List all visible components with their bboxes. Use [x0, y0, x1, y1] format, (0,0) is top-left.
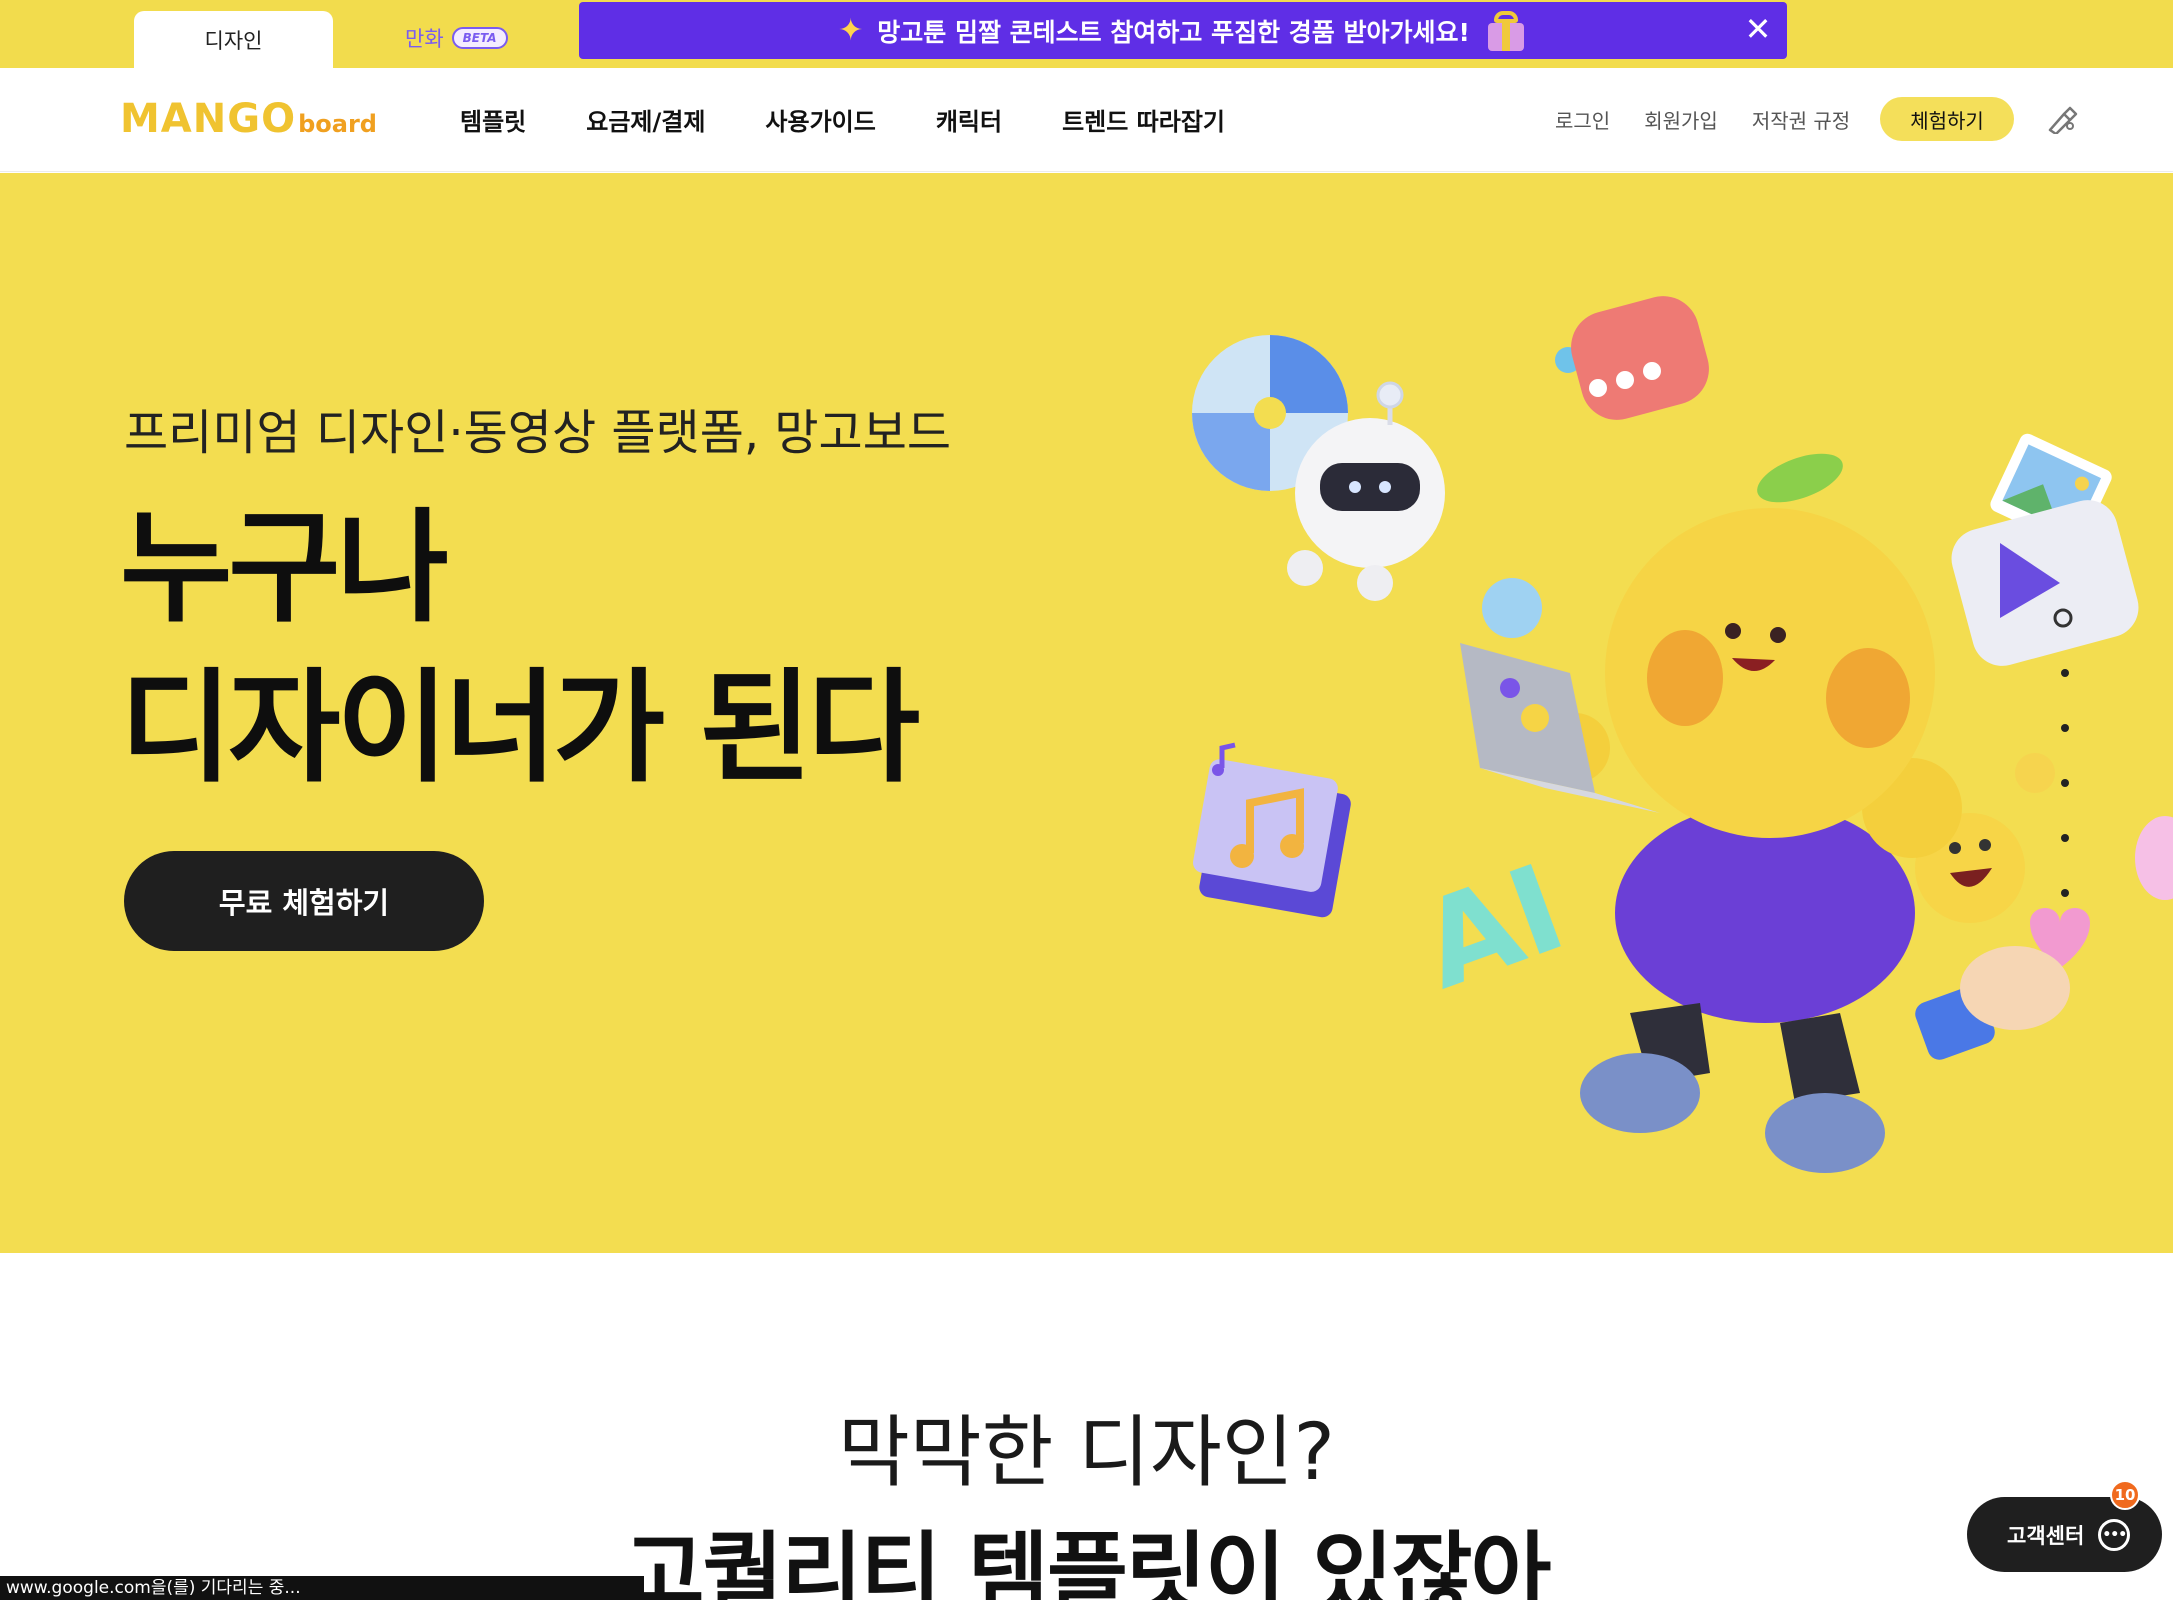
tab-comic[interactable]: 만화 BETA — [405, 22, 508, 54]
notification-badge: 10 — [2110, 1480, 2140, 1510]
tab-design[interactable]: 디자인 — [134, 11, 333, 68]
nav-templates[interactable]: 템플릿 — [460, 102, 526, 137]
mango-character-illustration: AI — [1192, 296, 2173, 1173]
chat-icon: ••• — [2098, 1518, 2131, 1551]
section2-heading: 막막한 디자인? — [838, 1408, 1335, 1498]
logo[interactable]: MANGO board — [120, 96, 377, 142]
copyright-link[interactable]: 저작권 규정 — [1752, 105, 1850, 134]
promo-banner[interactable]: ✦ 망고툰 밈짤 콘테스트 참여하고 푸짐한 경품 받아가세요! — [579, 2, 1787, 59]
pink-blob — [2135, 816, 2173, 900]
free-trial-button[interactable]: 무료 체험하기 — [124, 851, 484, 951]
login-link[interactable]: 로그인 — [1555, 105, 1610, 134]
small-face-icon — [2015, 753, 2055, 793]
ai-letters: AI — [1404, 839, 1581, 1017]
blue-ball — [1482, 578, 1542, 638]
logo-main: MANGO — [120, 96, 297, 142]
music-note-icon — [1193, 742, 1351, 918]
mango-character — [1540, 453, 1962, 1173]
thumbs-hand-icon — [1915, 946, 2070, 1060]
logo-sub: board — [298, 110, 377, 138]
customer-center-label: 고객센터 — [2007, 1523, 2085, 1548]
hero-subtitle: 프리미엄 디자인·동영상 플랫폼, 망고보드 — [124, 405, 952, 461]
nav-characters[interactable]: 캐릭터 — [936, 102, 1002, 137]
customer-center-button[interactable]: 고객센터 ••• — [1967, 1497, 2162, 1572]
party-popper-icon: ✦ — [838, 13, 864, 48]
beta-badge: BETA — [451, 27, 508, 49]
nav-guide[interactable]: 사용가이드 — [765, 102, 875, 137]
tab-comic-label: 만화 — [405, 27, 444, 51]
close-icon[interactable]: ✕ — [1739, 10, 1777, 48]
util-links: 로그인 회원가입 저작권 규정 — [1555, 105, 1850, 134]
nav-pricing[interactable]: 요금제/결제 — [586, 102, 705, 137]
hero-title-line2: 디자이너가 된다 — [120, 657, 920, 799]
top-strip: 디자인 만화 BETA ✦ 망고툰 밈짤 콘테스트 참여하고 푸짐한 경품 받아… — [0, 0, 2173, 68]
browser-status-bar: www.google.com을(를) 기다리는 중... — [0, 1576, 644, 1600]
hero-title-line1: 누구나 — [120, 497, 449, 639]
signup-link[interactable]: 회원가입 — [1644, 105, 1718, 134]
trial-button[interactable]: 체험하기 — [1880, 97, 2014, 141]
hero-title: 누구나 디자이너가 된다 — [120, 488, 920, 808]
gift-icon — [1484, 10, 1528, 51]
hero-section: 프리미엄 디자인·동영상 플랫폼, 망고보드 누구나 디자이너가 된다 무료 체… — [0, 173, 2173, 1253]
main-nav: 템플릿 요금제/결제 사용가이드 캐릭터 트렌드 따라잡기 — [460, 102, 1225, 137]
video-play-icon — [1951, 500, 2139, 666]
nav-trends[interactable]: 트렌드 따라잡기 — [1062, 102, 1225, 137]
chat-bubble-icon — [1571, 296, 1709, 420]
promo-text: 망고툰 밈짤 콘테스트 참여하고 푸짐한 경품 받아가세요! — [877, 17, 1470, 47]
brush-icon[interactable] — [2044, 104, 2078, 134]
site-header: MANGO board 템플릿 요금제/결제 사용가이드 캐릭터 트렌드 따라잡… — [0, 68, 2173, 172]
